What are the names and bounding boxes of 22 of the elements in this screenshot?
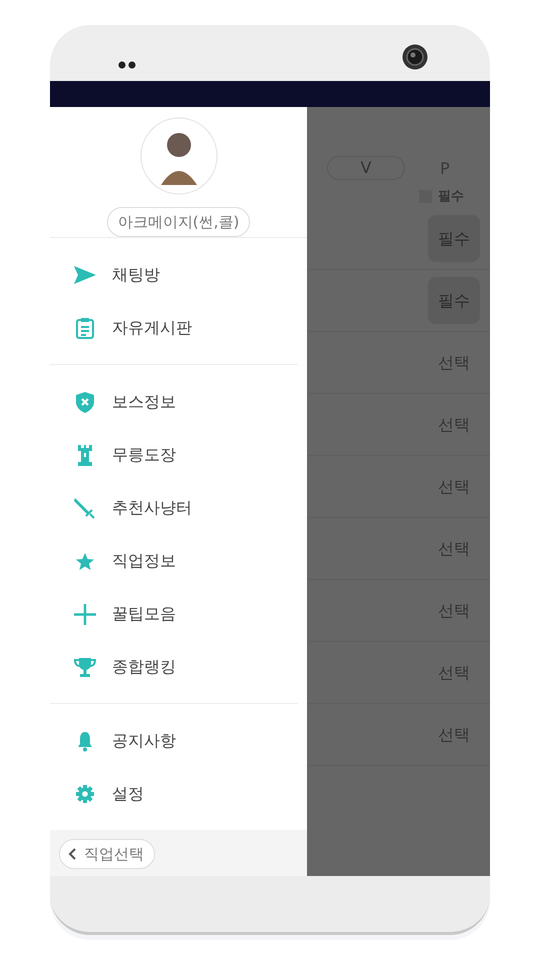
menu-item[interactable]: 자유게시판 <box>50 301 298 354</box>
sensor-icon <box>118 61 136 69</box>
menu-item[interactable]: 꿀팁모음 <box>50 587 298 640</box>
gear-icon <box>73 782 97 804</box>
trophy-icon <box>73 656 97 678</box>
job-select-button[interactable]: 직업선택 <box>59 839 155 869</box>
menu-item[interactable]: 추천사냥터 <box>50 481 298 534</box>
clipboard-icon <box>73 316 97 338</box>
menu-item[interactable]: 무릉도장 <box>50 428 298 481</box>
chevron-left-icon <box>68 848 78 860</box>
menu-item[interactable]: 보스정보 <box>50 375 298 428</box>
menu-item[interactable]: 직업정보 <box>50 534 298 587</box>
menu-item[interactable]: 공지사항 <box>50 714 298 767</box>
job-label[interactable]: 아크메이지(썬,콜) <box>106 207 250 237</box>
shield-icon <box>73 390 97 412</box>
plus-icon <box>73 602 97 624</box>
camera-icon <box>402 44 428 70</box>
sword-icon <box>73 496 97 518</box>
menu-item[interactable]: 설정 <box>50 767 298 820</box>
send-icon <box>73 264 97 286</box>
menu-item[interactable]: 종합랭킹 <box>50 640 298 693</box>
menu-item[interactable]: 채팅방 <box>50 248 298 301</box>
